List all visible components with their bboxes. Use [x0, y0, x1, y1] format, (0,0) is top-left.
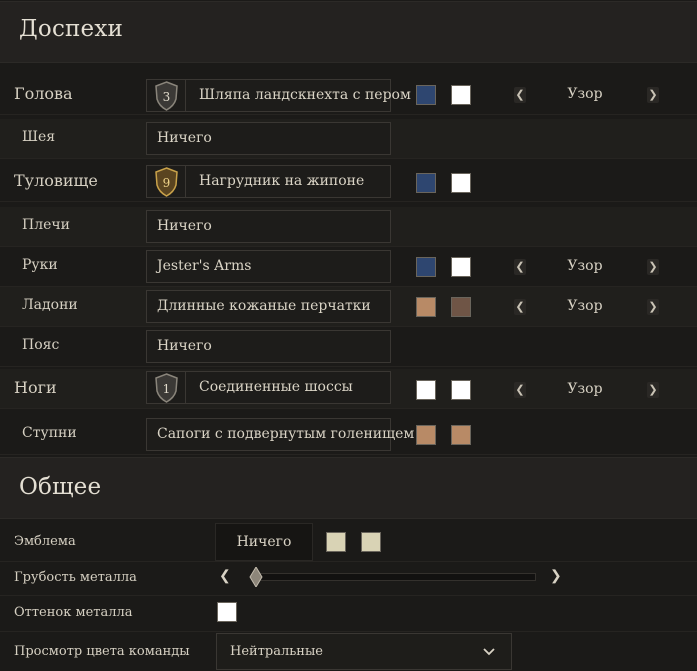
primary-color-swatch-feet[interactable]: [416, 425, 436, 445]
slot-label-head: Голова: [14, 84, 73, 103]
emblem-label: Эмблема: [14, 534, 76, 549]
emblem-value: Ничего: [236, 534, 292, 550]
armor-section-title: Доспехи: [19, 16, 124, 42]
slot-label-arms: Руки: [22, 257, 58, 273]
item-selector-belt[interactable]: Ничего: [146, 330, 391, 363]
pattern-next-arrow-arms[interactable]: ❯: [647, 259, 659, 275]
item-selector-neck[interactable]: Ничего: [146, 122, 391, 155]
slot-row-belt: Пояс Ничего: [0, 327, 697, 367]
item-name-belt: Ничего: [157, 338, 212, 354]
general-section-title: Общее: [19, 474, 102, 500]
tier-number-torso: 9: [163, 176, 171, 190]
slot-label-shoulders: Плечи: [22, 217, 70, 233]
emblem-secondary-color-swatch[interactable]: [361, 532, 381, 552]
item-selector-hands[interactable]: Длинные кожаные перчатки: [146, 290, 391, 323]
pattern-prev-arrow-legs[interactable]: ❮: [514, 382, 526, 398]
tier-badge-torso: 9: [147, 166, 186, 197]
tier-badge-head: 3: [147, 80, 186, 111]
item-selector-torso[interactable]: 9 Нагрудник на жипоне: [146, 165, 391, 198]
emblem-primary-color-swatch[interactable]: [326, 532, 346, 552]
slot-row-torso: Туловище 9 Нагрудник на жипоне: [0, 162, 697, 202]
item-selector-arms[interactable]: Jester's Arms: [146, 250, 391, 283]
secondary-color-swatch-feet[interactable]: [451, 425, 471, 445]
secondary-color-swatch-hands[interactable]: [451, 297, 471, 317]
team-color-preview-row: Просмотр цвета команды Нейтральные: [0, 632, 697, 671]
secondary-color-swatch-arms[interactable]: [451, 257, 471, 277]
armor-section-header: Доспехи: [0, 1, 697, 63]
metal-tint-color-swatch[interactable]: [217, 602, 237, 622]
pattern-label-legs: Узор: [567, 381, 603, 397]
item-selector-head[interactable]: 3 Шляпа ландскнехта с пером: [146, 79, 411, 112]
tier-number-head: 3: [163, 90, 171, 104]
item-selector-shoulders[interactable]: Ничего: [146, 210, 391, 243]
slider-handle-icon[interactable]: [249, 567, 263, 587]
primary-color-swatch-head[interactable]: [416, 85, 436, 105]
pattern-label-arms: Узор: [567, 258, 603, 274]
slot-label-neck: Шея: [22, 129, 56, 145]
pattern-next-arrow-legs[interactable]: ❯: [647, 382, 659, 398]
item-name-feet: Сапоги с подвернутым голенищем: [157, 426, 415, 442]
metal-roughness-slider-track[interactable]: [253, 573, 536, 581]
slot-label-torso: Туловище: [14, 171, 98, 190]
item-name-head: Шляпа ландскнехта с пером: [199, 87, 411, 103]
pattern-next-arrow-hands[interactable]: ❯: [647, 299, 659, 315]
slot-label-hands: Ладони: [22, 297, 78, 313]
shield-tier-icon: 9: [155, 167, 178, 197]
emblem-row: Эмблема Ничего: [0, 522, 697, 562]
slot-row-head: Голова 3 Шляпа ландскнехта с пером ❮ Узо…: [0, 75, 697, 115]
team-color-dropdown-value: Нейтральные: [230, 644, 323, 659]
slot-row-neck: Шея Ничего: [0, 119, 697, 159]
metal-roughness-label: Грубость металла: [14, 570, 137, 585]
metal-tint-label: Оттенок металла: [14, 605, 133, 620]
pattern-prev-arrow-hands[interactable]: ❮: [514, 299, 526, 315]
pattern-next-arrow-head[interactable]: ❯: [647, 87, 659, 103]
shield-tier-icon: 3: [155, 81, 178, 111]
general-section-header: Общее: [0, 457, 697, 519]
item-name-hands: Длинные кожаные перчатки: [157, 298, 371, 314]
secondary-color-swatch-legs[interactable]: [451, 380, 471, 400]
chevron-down-icon: [483, 648, 495, 656]
team-color-dropdown[interactable]: Нейтральные: [216, 633, 512, 670]
item-name-neck: Ничего: [157, 130, 212, 146]
slot-row-legs: Ноги 1 Соединенные шоссы ❮ Узор ❯: [0, 369, 697, 409]
primary-color-swatch-torso[interactable]: [416, 173, 436, 193]
primary-color-swatch-hands[interactable]: [416, 297, 436, 317]
shield-tier-icon: 1: [155, 373, 178, 403]
item-name-arms: Jester's Arms: [157, 258, 252, 274]
tier-number-legs: 1: [163, 382, 171, 396]
primary-color-swatch-legs[interactable]: [416, 380, 436, 400]
primary-color-swatch-arms[interactable]: [416, 257, 436, 277]
pattern-prev-arrow-arms[interactable]: ❮: [514, 259, 526, 275]
item-name-shoulders: Ничего: [157, 218, 212, 234]
slider-increase-arrow[interactable]: ❯: [550, 568, 562, 584]
item-name-legs: Соединенные шоссы: [199, 379, 353, 395]
slot-label-legs: Ноги: [14, 378, 57, 397]
item-selector-feet[interactable]: Сапоги с подвернутым голенищем: [146, 418, 414, 451]
metal-roughness-row: Грубость металла ❮ ❯: [0, 562, 697, 596]
item-name-torso: Нагрудник на жипоне: [199, 173, 365, 189]
slot-row-feet: Ступни Сапоги с подвернутым голенищем: [0, 415, 697, 455]
item-selector-legs[interactable]: 1 Соединенные шоссы: [146, 371, 391, 404]
slot-label-belt: Пояс: [22, 337, 60, 353]
slider-decrease-arrow[interactable]: ❮: [219, 568, 231, 584]
pattern-label-head: Узор: [567, 86, 603, 102]
emblem-selector[interactable]: Ничего: [215, 523, 313, 561]
pattern-prev-arrow-head[interactable]: ❮: [514, 87, 526, 103]
metal-tint-row: Оттенок металла: [0, 596, 697, 632]
pattern-label-hands: Узор: [567, 298, 603, 314]
slot-label-feet: Ступни: [22, 425, 77, 441]
tier-badge-legs: 1: [147, 372, 186, 403]
secondary-color-swatch-head[interactable]: [451, 85, 471, 105]
slot-row-arms: Руки Jester's Arms ❮ Узор ❯: [0, 247, 697, 287]
slot-row-shoulders: Плечи Ничего: [0, 207, 697, 247]
slot-row-hands: Ладони Длинные кожаные перчатки ❮ Узор ❯: [0, 287, 697, 327]
team-color-preview-label: Просмотр цвета команды: [14, 644, 190, 659]
secondary-color-swatch-torso[interactable]: [451, 173, 471, 193]
